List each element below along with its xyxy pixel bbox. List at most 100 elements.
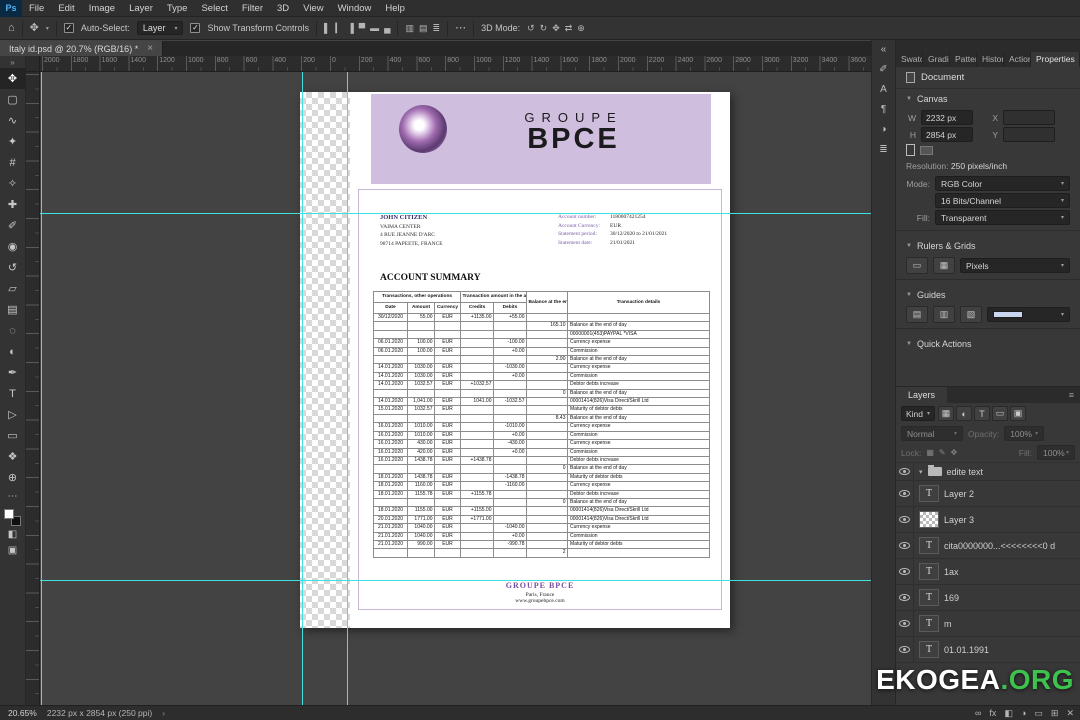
- 3d-drag-icon[interactable]: ✥: [552, 23, 560, 33]
- menu-type[interactable]: Type: [160, 0, 195, 17]
- ruler-corner[interactable]: [26, 56, 40, 72]
- home-icon[interactable]: ⌂: [8, 22, 15, 34]
- shape-layer-filter-icon[interactable]: ▭: [992, 406, 1009, 421]
- layer-visibility-toggle[interactable]: [896, 533, 914, 558]
- menu-edit[interactable]: Edit: [51, 0, 81, 17]
- smart-object-filter-icon[interactable]: ▣: [1010, 406, 1027, 421]
- panel-tab-swatches[interactable]: Swatches: [896, 52, 923, 67]
- delete-layer-icon[interactable]: ✕: [1066, 708, 1074, 719]
- adjustments-panel-icon[interactable]: ◑: [880, 125, 886, 135]
- layer-group-icon[interactable]: ▭: [1034, 708, 1043, 719]
- section-canvas[interactable]: ▼ Canvas: [906, 89, 1070, 108]
- guides-color-dropdown[interactable]: ▾: [987, 307, 1070, 322]
- layer-row[interactable]: Tcita0000000...<<<<<<<<0 d: [896, 533, 1080, 559]
- healing-brush-tool[interactable]: ✚: [0, 194, 26, 215]
- clear-guides-icon[interactable]: ▧: [960, 306, 982, 323]
- fill-dropdown[interactable]: Transparent ▾: [935, 210, 1070, 225]
- marquee-tool[interactable]: ▢: [0, 89, 26, 110]
- section-guides[interactable]: ▼ Guides: [906, 285, 1070, 304]
- layer-row[interactable]: T 01.01.1991: [896, 637, 1080, 663]
- move-tool[interactable]: ✥: [0, 68, 26, 89]
- menu-select[interactable]: Select: [194, 0, 234, 17]
- layer-row[interactable]: ▾ edite text: [896, 463, 1080, 481]
- layer-visibility-toggle[interactable]: [896, 637, 914, 662]
- bit-depth-dropdown[interactable]: 16 Bits/Channel ▾: [935, 193, 1070, 208]
- layer-row[interactable]: T Layer 2: [896, 481, 1080, 507]
- shape-tool[interactable]: ▭: [0, 425, 26, 446]
- clone-stamp-tool[interactable]: ◉: [0, 236, 26, 257]
- layers-panel-menu-icon[interactable]: ≡: [1063, 390, 1080, 400]
- 3d-roll-icon[interactable]: ↻: [540, 23, 548, 33]
- canvas-width-field[interactable]: 2232 px: [921, 110, 973, 125]
- text-layer-thumbnail[interactable]: T: [919, 589, 939, 606]
- align-right-icon[interactable]: ▐: [347, 23, 353, 33]
- paragraph-panel-icon[interactable]: ¶: [881, 105, 886, 115]
- toggle-grid-icon[interactable]: ▦: [933, 257, 955, 274]
- 3d-scale-icon[interactable]: ⊕: [577, 23, 585, 33]
- layer-fill-dropdown[interactable]: 100% ▾: [1037, 445, 1075, 460]
- layer-visibility-toggle[interactable]: [896, 559, 914, 584]
- layer-visibility-toggle[interactable]: [896, 507, 914, 532]
- menu-filter[interactable]: Filter: [235, 0, 270, 17]
- toggle-rulers-icon[interactable]: ▭: [906, 257, 928, 274]
- zoom-tool[interactable]: ⊕: [0, 467, 26, 488]
- document-tab[interactable]: Italy id.psd @ 20.7% (RGB/16) * ×: [0, 41, 164, 56]
- dodge-tool[interactable]: ◐: [0, 341, 26, 362]
- ruler-horizontal[interactable]: 2000 1800 1600 1400 1200 1000 800 600 400 200 0 200…: [40, 56, 871, 72]
- quick-selection-tool[interactable]: ✦: [0, 131, 26, 152]
- character-panel-icon[interactable]: A: [880, 85, 887, 95]
- type-layer-filter-icon[interactable]: T: [974, 406, 991, 421]
- auto-select-target-dropdown[interactable]: Layer ▾: [136, 21, 184, 35]
- type-tool[interactable]: T: [0, 383, 26, 404]
- status-chevron-icon[interactable]: ›: [162, 708, 165, 718]
- layer-visibility-toggle[interactable]: [896, 463, 914, 480]
- history-brush-tool[interactable]: ↺: [0, 257, 26, 278]
- edit-toolbar-icon[interactable]: ⋯: [0, 488, 26, 504]
- adjustment-layer-filter-icon[interactable]: ◐: [956, 406, 973, 421]
- menu-3d[interactable]: 3D: [270, 0, 296, 17]
- distribute-spacing-icon[interactable]: ≣: [433, 23, 441, 33]
- path-selection-tool[interactable]: ▷: [0, 404, 26, 425]
- text-layer-thumbnail[interactable]: T: [919, 563, 939, 580]
- menu-window[interactable]: Window: [331, 0, 379, 17]
- tool-preset-caret-icon[interactable]: ▾: [46, 25, 49, 32]
- lock-guides-icon[interactable]: ▥: [933, 306, 955, 323]
- gradient-tool[interactable]: ▤: [0, 299, 26, 320]
- layer-row[interactable]: T 169: [896, 585, 1080, 611]
- foreground-color-swatch[interactable]: [4, 509, 14, 519]
- panel-tab-history[interactable]: History: [977, 52, 1004, 67]
- hand-tool[interactable]: ❖: [0, 446, 26, 467]
- panel-tab-properties[interactable]: Properties: [1031, 52, 1080, 67]
- landscape-orientation-icon[interactable]: [920, 145, 933, 155]
- menu-image[interactable]: Image: [82, 0, 122, 17]
- text-layer-thumbnail[interactable]: T: [919, 537, 939, 554]
- eyedropper-tool[interactable]: ✧: [0, 173, 26, 194]
- crop-tool[interactable]: #: [0, 152, 26, 173]
- guide-horizontal[interactable]: [40, 580, 871, 581]
- more-options-icon[interactable]: ⋯: [455, 22, 466, 34]
- lasso-tool[interactable]: ∿: [0, 110, 26, 131]
- layer-filter-kind-dropdown[interactable]: Kind ▾: [901, 406, 936, 421]
- guide-vertical[interactable]: [302, 72, 303, 705]
- text-layer-thumbnail[interactable]: T: [919, 485, 939, 502]
- layer-row[interactable]: Layer 3: [896, 507, 1080, 533]
- canvas-height-field[interactable]: 2854 px: [921, 127, 973, 142]
- show-transform-controls-checkbox[interactable]: ✓: [190, 23, 201, 33]
- 3d-slide-icon[interactable]: ⇄: [565, 23, 573, 33]
- menu-file[interactable]: File: [22, 0, 51, 17]
- blend-mode-dropdown[interactable]: Normal ▾: [901, 426, 963, 441]
- guide-vertical[interactable]: [347, 72, 348, 705]
- brush-tool[interactable]: ✐: [0, 215, 26, 236]
- align-left-icon[interactable]: ▌: [324, 23, 330, 33]
- panel-tab-gradients[interactable]: Gradients: [923, 52, 950, 67]
- guide-horizontal[interactable]: [40, 213, 871, 214]
- text-layer-thumbnail[interactable]: T: [919, 641, 939, 658]
- 3d-rotate-icon[interactable]: ↺: [527, 23, 535, 33]
- zoom-level-field[interactable]: 20.65%: [8, 708, 37, 718]
- align-center-horizontal-icon[interactable]: ▎: [335, 23, 342, 33]
- layer-row[interactable]: Tm: [896, 611, 1080, 637]
- layer-visibility-toggle[interactable]: [896, 481, 914, 506]
- new-layer-icon[interactable]: ⊞: [1051, 708, 1059, 719]
- panel-tab-actions[interactable]: Actions: [1004, 52, 1031, 67]
- close-tab-icon[interactable]: ×: [147, 43, 153, 54]
